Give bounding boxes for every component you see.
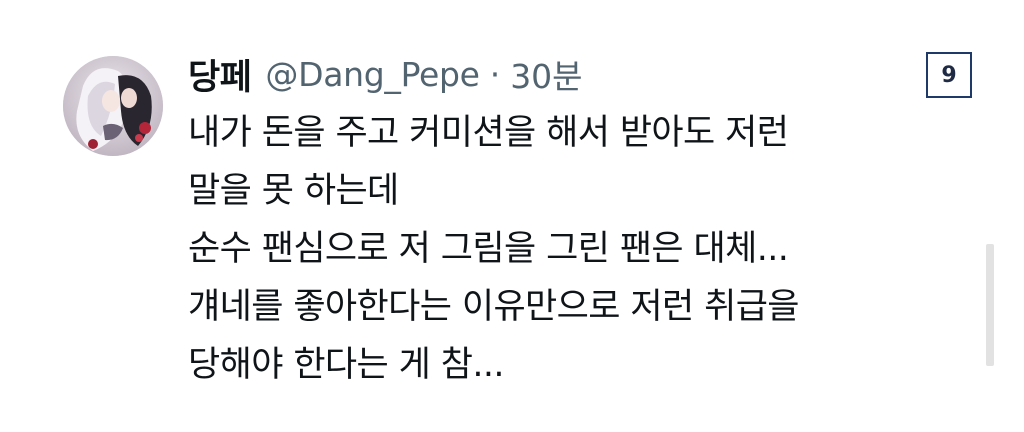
- tweet-text: 내가 돈을 주고 커미션을 해서 받아도 저런 말을 못 하는데 순수 팬심으로…: [188, 104, 948, 394]
- tweet-text-line: 말을 못 하는데: [188, 171, 399, 211]
- number-badge: 9: [926, 52, 972, 98]
- tweet-header: 당페 @Dang_Pepe · 30분: [188, 48, 583, 100]
- separator-dot: ·: [489, 54, 501, 94]
- avatar-illustration-icon: [63, 56, 163, 156]
- tweet-text-line: 순수 팬심으로 저 그림을 그린 팬은 대체...: [188, 229, 789, 269]
- display-name[interactable]: 당페: [188, 49, 252, 100]
- scrollbar[interactable]: [986, 244, 994, 366]
- tweet-text-line: 내가 돈을 주고 커미션을 해서 받아도 저런: [188, 113, 789, 153]
- tweet-text-line: 당해야 한다는 게 참...: [188, 345, 505, 385]
- tweet-card: 당페 @Dang_Pepe · 30분 9 내가 돈을 주고 커미션을 해서 받…: [0, 0, 1024, 432]
- user-handle[interactable]: @Dang_Pepe: [265, 55, 480, 94]
- timestamp[interactable]: 30분: [510, 50, 582, 98]
- tweet-text-line: 걔네를 좋아한다는 이유만으로 저런 취급을: [188, 287, 800, 327]
- avatar[interactable]: [63, 56, 163, 156]
